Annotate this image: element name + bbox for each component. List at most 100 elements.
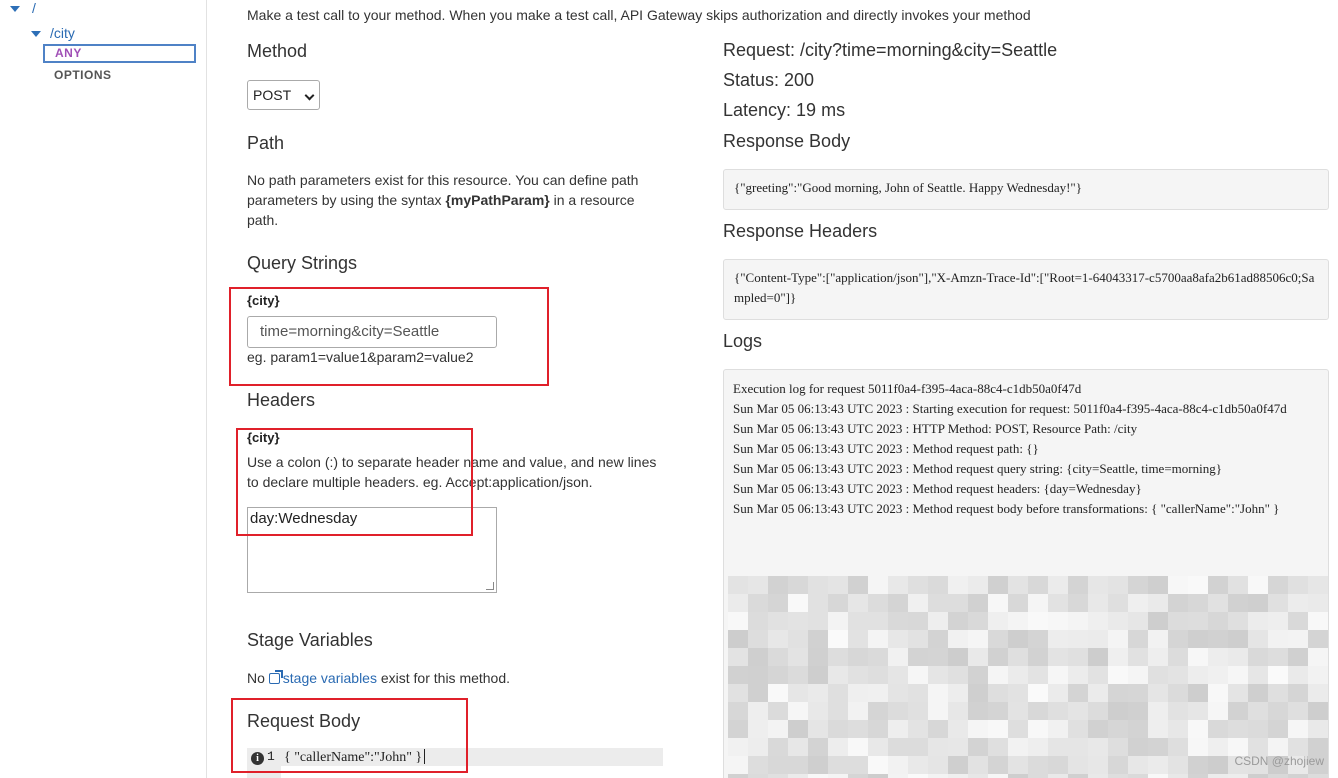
log-line: Sun Mar 05 06:13:43 UTC 2023 : Method re… <box>733 461 1222 476</box>
mosaic-cell <box>1168 576 1188 594</box>
mosaic-cell <box>928 648 948 666</box>
stage-variables-text: No stage variables exist for this method… <box>247 670 510 686</box>
expand-caret-icon[interactable] <box>10 6 20 12</box>
mosaic-cell <box>928 576 948 594</box>
method-select[interactable]: POST <box>247 80 320 110</box>
mosaic-cell <box>1188 684 1208 702</box>
mosaic-cell <box>1068 702 1088 720</box>
tree-method-any[interactable]: ANY <box>43 44 196 63</box>
mosaic-cell <box>1268 630 1288 648</box>
mosaic-cell <box>848 738 868 756</box>
mosaic-cell <box>1128 774 1148 778</box>
mosaic-cell <box>728 594 748 612</box>
stage-variables-link[interactable]: stage variables <box>283 670 377 686</box>
watermark: CSDN @zhojiew <box>1234 754 1324 768</box>
expand-caret-icon[interactable] <box>31 31 41 37</box>
response-body-box: {"greeting":"Good morning, John of Seatt… <box>723 169 1329 210</box>
mosaic-cell <box>928 720 948 738</box>
mosaic-cell <box>808 576 828 594</box>
mosaic-cell <box>788 648 808 666</box>
mosaic-cell <box>768 612 788 630</box>
mosaic-cell <box>1088 774 1108 778</box>
mosaic-cell <box>1248 774 1268 778</box>
tree-method-options[interactable]: OPTIONS <box>54 68 112 82</box>
mosaic-cell <box>1028 576 1048 594</box>
mosaic-cell <box>1008 774 1028 778</box>
mosaic-cell <box>848 756 868 774</box>
mosaic-cell <box>1188 774 1208 778</box>
mosaic-cell <box>808 630 828 648</box>
mosaic-cell <box>908 756 928 774</box>
mosaic-cell <box>768 738 788 756</box>
mosaic-cell <box>928 612 948 630</box>
resize-handle-icon[interactable] <box>486 582 494 590</box>
mosaic-cell <box>1088 756 1108 774</box>
log-line: Execution log for request 5011f0a4-f395-… <box>733 381 1082 396</box>
headers-heading: Headers <box>247 390 316 410</box>
mosaic-cell <box>1228 684 1248 702</box>
mosaic-cell <box>1028 738 1048 756</box>
mosaic-cell <box>1308 630 1328 648</box>
mosaic-cell <box>888 720 908 738</box>
mosaic-cell <box>768 594 788 612</box>
mosaic-cell <box>768 684 788 702</box>
mosaic-cell <box>788 720 808 738</box>
mosaic-cell <box>948 738 968 756</box>
mosaic-cell <box>1008 576 1028 594</box>
highlight-box-query <box>229 287 549 386</box>
mosaic-cell <box>808 648 828 666</box>
external-link-icon <box>268 670 283 684</box>
mosaic-cell <box>888 612 908 630</box>
mosaic-cell <box>1208 576 1228 594</box>
mosaic-cell <box>1028 702 1048 720</box>
mosaic-cell <box>968 666 988 684</box>
mosaic-cell <box>1148 756 1168 774</box>
mosaic-cell <box>908 648 928 666</box>
mosaic-cell <box>1128 756 1148 774</box>
mosaic-cell <box>1048 594 1068 612</box>
mosaic-cell <box>748 756 768 774</box>
mosaic-cell <box>1108 630 1128 648</box>
mosaic-cell <box>808 684 828 702</box>
mosaic-cell <box>1248 666 1268 684</box>
mosaic-cell <box>1168 756 1188 774</box>
mosaic-cell <box>848 666 868 684</box>
mosaic-cell <box>1128 648 1148 666</box>
mosaic-cell <box>1048 648 1068 666</box>
mosaic-cell <box>1248 576 1268 594</box>
mosaic-cell <box>728 666 748 684</box>
mosaic-cell <box>1068 756 1088 774</box>
tree-resource-city[interactable]: /city <box>50 25 75 41</box>
mosaic-cell <box>868 720 888 738</box>
mosaic-cell <box>768 630 788 648</box>
mosaic-cell <box>868 630 888 648</box>
mosaic-cell <box>1108 702 1128 720</box>
mosaic-cell <box>1108 612 1128 630</box>
tree-root[interactable]: / <box>32 0 36 16</box>
mosaic-cell <box>948 774 968 778</box>
mosaic-cell <box>1268 648 1288 666</box>
mosaic-cell <box>1068 720 1088 738</box>
mosaic-cell <box>1128 612 1148 630</box>
mosaic-cell <box>748 648 768 666</box>
mosaic-cell <box>948 648 968 666</box>
mosaic-cell <box>1228 576 1248 594</box>
mosaic-cell <box>848 594 868 612</box>
mosaic-cell <box>988 684 1008 702</box>
mosaic-cell <box>1268 684 1288 702</box>
mosaic-cell <box>788 702 808 720</box>
mosaic-cell <box>1048 666 1068 684</box>
mosaic-cell <box>1088 576 1108 594</box>
mosaic-cell <box>928 738 948 756</box>
mosaic-cell <box>748 612 768 630</box>
mosaic-cell <box>828 738 848 756</box>
mosaic-cell <box>1308 576 1328 594</box>
mosaic-cell <box>1148 612 1168 630</box>
mosaic-cell <box>1208 666 1228 684</box>
mosaic-cell <box>728 684 748 702</box>
mosaic-cell <box>1148 720 1168 738</box>
mosaic-cell <box>768 648 788 666</box>
mosaic-cell <box>788 576 808 594</box>
mosaic-cell <box>1288 612 1308 630</box>
mosaic-cell <box>868 612 888 630</box>
